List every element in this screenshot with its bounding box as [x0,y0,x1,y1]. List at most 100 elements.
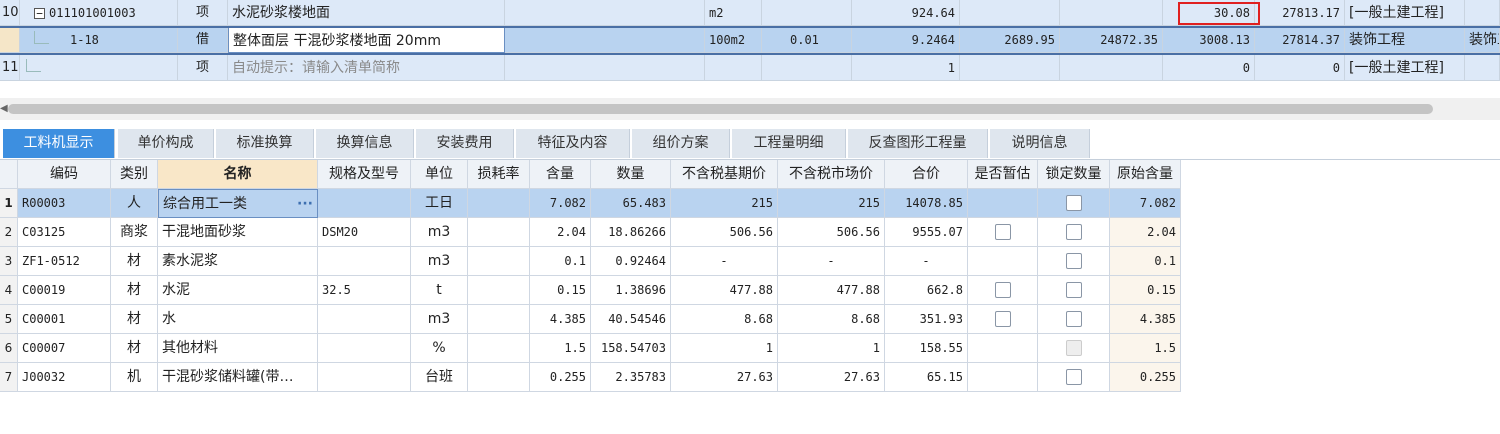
col-header-quantity[interactable]: 数量 [591,160,671,189]
cell-market-price[interactable]: 215 [778,189,885,218]
cell-category[interactable]: 材 [111,305,158,334]
cell-market-price[interactable]: 1 [778,334,885,363]
item-col-c2[interactable] [1060,55,1163,81]
cell-content[interactable]: 0.255 [530,363,591,392]
cell-code[interactable]: C00019 [18,276,111,305]
cell-base-price[interactable]: 477.88 [671,276,778,305]
cell-name[interactable]: 其他材料 [158,334,318,363]
tab-description[interactable]: 说明信息 [990,129,1090,158]
cell-total[interactable]: 9555.07 [885,218,968,247]
item-code-cell[interactable]: 1-18 [20,27,178,53]
item-extra[interactable] [1465,0,1500,26]
cell-original-content[interactable]: 0.1 [1110,247,1181,276]
item-type[interactable]: 项 [178,55,228,81]
cell-code[interactable]: C03125 [18,218,111,247]
cell-spec[interactable]: 32.5 [318,276,411,305]
cell-unit[interactable]: m3 [411,247,468,276]
cell-name[interactable]: 水泥 [158,276,318,305]
lock-quantity-checkbox[interactable] [1065,224,1082,240]
cell-loss-rate[interactable] [468,276,530,305]
cell-code[interactable]: C00001 [18,305,111,334]
item-col-c1[interactable] [960,0,1060,26]
col-header-spec[interactable]: 规格及型号 [318,160,411,189]
cell-quantity[interactable]: 40.54546 [591,305,671,334]
cell-quantity[interactable]: 65.483 [591,189,671,218]
col-header-loss-rate[interactable]: 损耗率 [468,160,530,189]
col-header-name[interactable]: 名称 [158,160,318,189]
cell-total[interactable]: 14078.85 [885,189,968,218]
resource-row[interactable]: 7 J00032 机干混砂浆储料罐(带… 台班 0.255 2.35783 27.63 27.… [0,363,1181,392]
cell-total[interactable]: 158.55 [885,334,968,363]
col-header-lock-quantity[interactable]: 锁定数量 [1038,160,1110,189]
cell-name[interactable]: 干混砂浆储料罐(带… [158,363,318,392]
cell-original-content[interactable]: 1.5 [1110,334,1181,363]
item-category[interactable]: [一般土建工程] [1345,0,1465,26]
cell-total[interactable]: 65.15 [885,363,968,392]
resource-row[interactable]: 4 C00019 材水泥 32.5 t 0.15 1.38696 477.88 477.88 66… [0,276,1181,305]
cell-name[interactable]: 素水泥浆 [158,247,318,276]
cell-name[interactable]: 综合用工一类 ··· [158,189,318,218]
item-extra[interactable] [1465,55,1500,81]
cell-unit[interactable]: m3 [411,305,468,334]
lock-quantity-checkbox[interactable] [1065,195,1082,211]
item-quantity[interactable]: 924.64 [852,0,960,26]
tab-features-content[interactable]: 特征及内容 [516,129,630,158]
cell-provisional[interactable] [968,218,1038,247]
cell-market-price[interactable]: 27.63 [778,363,885,392]
cell-lock-quantity[interactable] [1038,334,1110,363]
tab-unit-price-composition[interactable]: 单价构成 [118,129,214,158]
item-code-cell[interactable] [20,55,178,81]
item-category[interactable]: 装饰工程 [1345,27,1465,53]
cell-provisional[interactable] [968,189,1038,218]
tab-standard-conversion[interactable]: 标准换算 [216,129,314,158]
item-name-editor[interactable]: 整体面层 干混砂浆楼地面 20mm [228,27,505,53]
cell-code[interactable]: R00003 [18,189,111,218]
cell-total[interactable]: 351.93 [885,305,968,334]
cell-name[interactable]: 干混地面砂浆 [158,218,318,247]
cell-spec[interactable] [318,305,411,334]
resource-row[interactable]: 5 C00001 材水 m3 4.385 40.54546 8.68 8.68 351.93 4.… [0,305,1181,334]
item-code-cell[interactable]: −011101001003 [20,0,178,26]
cell-lock-quantity[interactable] [1038,363,1110,392]
cell-lock-quantity[interactable] [1038,305,1110,334]
lock-quantity-checkbox[interactable] [1065,311,1082,327]
cell-base-price[interactable]: 506.56 [671,218,778,247]
cell-quantity[interactable]: 0.92464 [591,247,671,276]
cell-content[interactable]: 1.5 [530,334,591,363]
item-unit[interactable] [705,55,762,81]
cell-market-price[interactable]: 506.56 [778,218,885,247]
cell-loss-rate[interactable] [468,189,530,218]
cell-market-price[interactable]: 8.68 [778,305,885,334]
lock-quantity-checkbox[interactable] [1065,253,1082,269]
item-name-placeholder[interactable]: 自动提示：请输入清单简称 [228,55,505,81]
item-unit[interactable]: 100m2 [705,27,762,53]
cell-total[interactable]: - [885,247,968,276]
item-col-c2[interactable] [1060,0,1163,26]
item-unit[interactable]: m2 [705,0,762,26]
cell-quantity[interactable]: 2.35783 [591,363,671,392]
cell-category[interactable]: 机 [111,363,158,392]
cell-category[interactable]: 人 [111,189,158,218]
item-unit-price[interactable]: 3008.13 [1163,27,1255,53]
tab-pricing-plan[interactable]: 组价方案 [632,129,730,158]
item-type[interactable]: 项 [178,0,228,26]
more-options-icon[interactable]: ··· [297,190,313,217]
scroll-left-icon[interactable]: ◀ [0,102,8,116]
tab-conversion-info[interactable]: 换算信息 [316,129,414,158]
cell-base-price[interactable]: 1 [671,334,778,363]
provisional-checkbox[interactable] [994,311,1011,327]
col-header-market-price[interactable]: 不含税市场价 [778,160,885,189]
item-unit-price[interactable]: 0 [1163,55,1255,81]
cell-lock-quantity[interactable] [1038,276,1110,305]
cell-original-content[interactable]: 0.15 [1110,276,1181,305]
cell-category[interactable]: 商浆 [111,218,158,247]
col-header-code[interactable]: 编码 [18,160,111,189]
cell-code[interactable]: ZF1-0512 [18,247,111,276]
item-row-selected[interactable]: 1-18 借 整体面层 干混砂浆楼地面 20mm 100m2 0.01 9.24… [0,27,1500,53]
cell-loss-rate[interactable] [468,363,530,392]
cell-loss-rate[interactable] [468,247,530,276]
cell-content[interactable]: 7.082 [530,189,591,218]
item-quantity[interactable]: 9.2464 [852,27,960,53]
col-header-category[interactable]: 类别 [111,160,158,189]
cell-original-content[interactable]: 7.082 [1110,189,1181,218]
